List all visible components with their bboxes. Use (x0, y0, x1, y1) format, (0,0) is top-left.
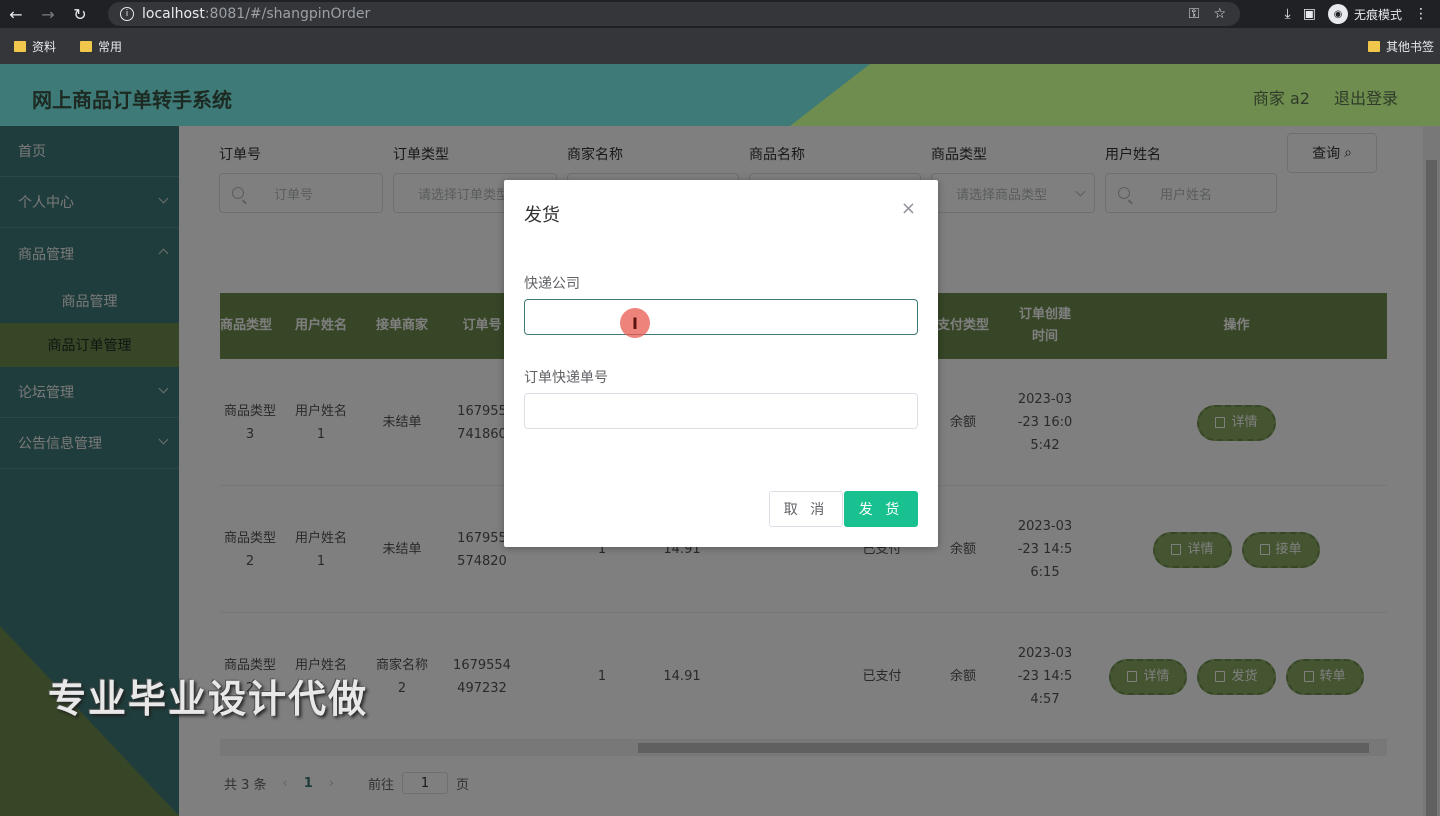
dialog-title: 发货 (524, 205, 560, 226)
incognito-label: 无痕模式 (1353, 7, 1402, 22)
info-icon[interactable]: i (120, 7, 134, 21)
sidepanel-icon[interactable]: ▣ (1303, 6, 1316, 22)
bookmark-folder-other[interactable]: 其他书签 (1367, 28, 1434, 64)
reload-icon[interactable]: ↻ (64, 0, 96, 28)
courier-company-label: 快递公司 (524, 276, 580, 292)
courier-company-input[interactable] (524, 299, 918, 335)
folder-icon (1367, 40, 1380, 52)
folder-icon (80, 40, 93, 52)
incognito-indicator[interactable]: ◉ 无痕模式 (1327, 4, 1402, 24)
incognito-icon: ◉ (1327, 4, 1348, 24)
forward-icon[interactable]: → (32, 0, 64, 28)
menu-icon[interactable]: ⋮ (1414, 6, 1428, 22)
address-bar[interactable]: i localhost:8081/#/shangpinOrder ⚿ ☆ (108, 2, 1240, 26)
url-path: :8081/#/shangpinOrder (204, 6, 371, 22)
bookmark-folder-ziliao[interactable]: 资料 (14, 38, 56, 55)
ship-dialog: 发货 × 快递公司 订单快递单号 I 取 消 发 货 (504, 180, 938, 547)
close-icon[interactable]: × (901, 198, 916, 219)
star-icon[interactable]: ☆ (1213, 6, 1226, 22)
cancel-button[interactable]: 取 消 (769, 491, 843, 527)
url-host: localhost (142, 6, 205, 22)
back-icon[interactable]: ← (0, 0, 32, 28)
key-icon[interactable]: ⚿ (1189, 6, 1200, 22)
tracking-number-label: 订单快递单号 (524, 370, 608, 386)
download-icon[interactable]: ⤓ (1285, 6, 1291, 22)
mouse-cursor-icon: I (620, 308, 650, 338)
browser-toolbar: ← → ↻ i localhost:8081/#/shangpinOrder ⚿… (0, 0, 1440, 28)
watermark-text: 专业毕业设计代做 (48, 677, 369, 721)
bookmark-folder-changyong[interactable]: 常用 (80, 38, 122, 55)
tracking-number-input[interactable] (524, 393, 918, 429)
bookmarks-bar: 资料 常用 其他书签 (0, 28, 1440, 64)
confirm-ship-button[interactable]: 发 货 (844, 491, 918, 527)
folder-icon (14, 40, 26, 52)
